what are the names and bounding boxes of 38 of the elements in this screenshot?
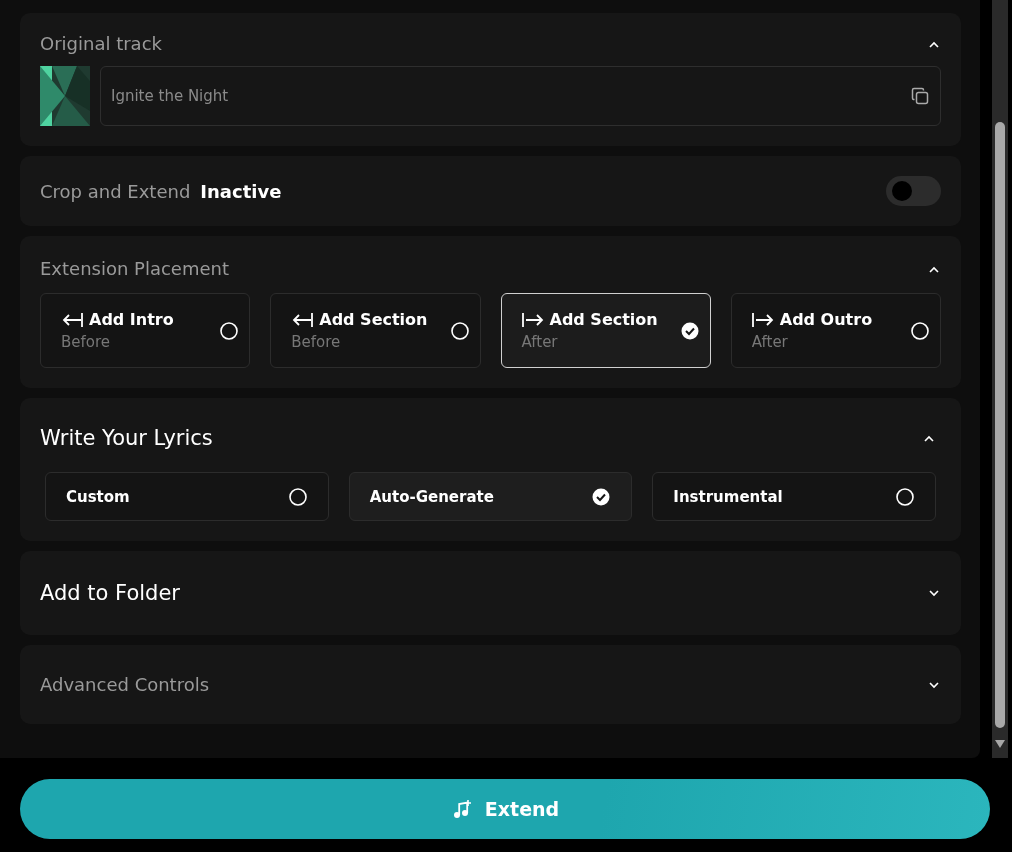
radio-icon[interactable] [910, 320, 930, 341]
section-title: Add to Folder [40, 581, 180, 605]
option-card[interactable]: Add Section After [500, 293, 711, 368]
section-title: Crop and Extend [40, 180, 191, 202]
toggle-status: Inactive [200, 180, 282, 202]
radio-icon[interactable] [895, 486, 915, 507]
option-card[interactable]: Add Section Before [270, 293, 481, 368]
arrow-to-bar-icon [291, 311, 314, 328]
radio-icon[interactable] [287, 486, 308, 507]
option-label: Add Section [549, 310, 658, 329]
arrow-from-bar-icon [521, 311, 544, 328]
option-card[interactable]: Custom [45, 472, 329, 521]
section-title: Advanced Controls [40, 674, 210, 695]
copy-icon[interactable] [910, 86, 930, 106]
option-sublabel: Before [61, 333, 112, 351]
radio-icon[interactable] [219, 320, 240, 341]
section-title: Write Your Lyrics [40, 426, 213, 450]
option-sublabel: After [521, 333, 559, 351]
option-label: Add Outro [779, 310, 873, 329]
option-sublabel: Before [291, 333, 342, 351]
toggle-switch[interactable] [886, 176, 941, 206]
option-card[interactable]: Auto-Generate [348, 472, 633, 521]
track-name: Ignite the Night [111, 87, 229, 105]
arrow-from-bar-icon [751, 311, 774, 328]
checked-radio-icon[interactable] [591, 486, 612, 507]
option-sublabel: After [751, 333, 789, 351]
section-title: Extension Placement [40, 258, 230, 279]
radio-icon[interactable] [449, 320, 470, 341]
option-label: Add Intro [89, 310, 174, 329]
section-title: Original track [40, 33, 162, 54]
option-card[interactable]: Add Intro Before [40, 293, 251, 368]
arrow-to-bar-icon [61, 311, 83, 328]
scrollbar[interactable] [992, 0, 1008, 758]
checked-radio-icon[interactable] [679, 320, 700, 341]
option-card[interactable]: Add Outro After [730, 293, 941, 368]
option-label: Add Section [319, 310, 428, 329]
option-card[interactable]: Instrumental [652, 472, 936, 521]
album-art-thumbnail [40, 66, 90, 126]
